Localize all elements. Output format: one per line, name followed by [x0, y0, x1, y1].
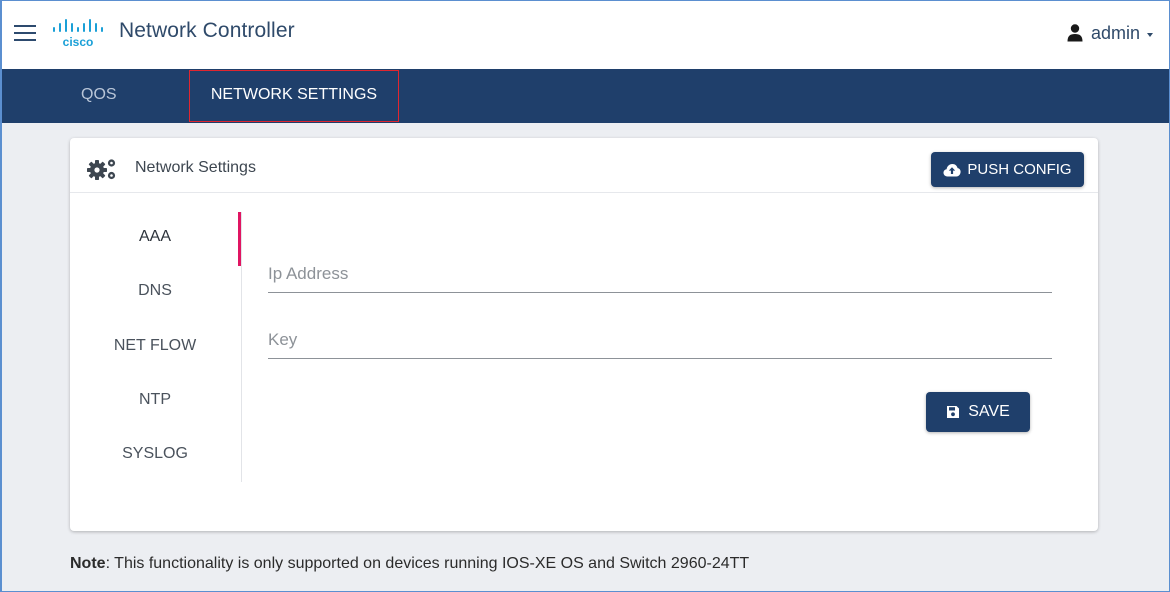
save-label: SAVE — [968, 403, 1010, 420]
side-menu-active-indicator — [238, 212, 241, 266]
key-field[interactable] — [268, 322, 1052, 359]
cisco-logo: cisco — [52, 17, 108, 49]
tab-network-settings[interactable]: NETWORK SETTINGS — [189, 70, 399, 122]
note-text: Note: This functionality is only support… — [70, 555, 749, 573]
note-body: : This functionality is only supported o… — [105, 555, 750, 572]
save-button[interactable]: SAVE — [926, 392, 1030, 432]
nav-bar: QOS NETWORK SETTINGS — [2, 69, 1169, 123]
network-settings-card: Network Settings PUSH CONFIG AAA DNS NET… — [70, 138, 1098, 531]
hamburger-menu-icon[interactable] — [14, 25, 36, 41]
svg-text:cisco: cisco — [63, 35, 94, 49]
side-menu: AAA DNS NET FLOW NTP SYSLOG — [70, 212, 240, 482]
side-item-ntp[interactable]: NTP — [70, 391, 240, 409]
side-item-net-flow[interactable]: NET FLOW — [70, 337, 240, 355]
side-menu-divider — [241, 212, 242, 482]
card-title: Network Settings — [135, 159, 256, 176]
note-label: Note — [70, 555, 106, 572]
gears-icon — [87, 159, 116, 180]
push-config-button[interactable]: PUSH CONFIG — [931, 152, 1084, 187]
key-input[interactable] — [268, 322, 1052, 358]
tab-qos[interactable]: QOS — [81, 69, 117, 123]
floppy-disk-icon — [947, 406, 960, 418]
top-bar: cisco Network Controller admin — [2, 1, 1169, 69]
side-item-syslog[interactable]: SYSLOG — [70, 445, 240, 463]
card-header: Network Settings PUSH CONFIG — [70, 138, 1098, 193]
chevron-down-icon — [1147, 32, 1153, 37]
user-menu[interactable]: admin — [1067, 21, 1153, 45]
app-title: Network Controller — [119, 19, 295, 42]
side-item-dns[interactable]: DNS — [70, 282, 240, 300]
user-name: admin — [1090, 22, 1140, 43]
cloud-upload-icon — [943, 163, 962, 176]
side-item-aaa[interactable]: AAA — [70, 228, 240, 246]
push-config-label: PUSH CONFIG — [967, 161, 1072, 178]
ip-address-input[interactable] — [268, 256, 1052, 292]
user-icon — [1067, 24, 1083, 42]
ip-address-field[interactable] — [268, 256, 1052, 293]
